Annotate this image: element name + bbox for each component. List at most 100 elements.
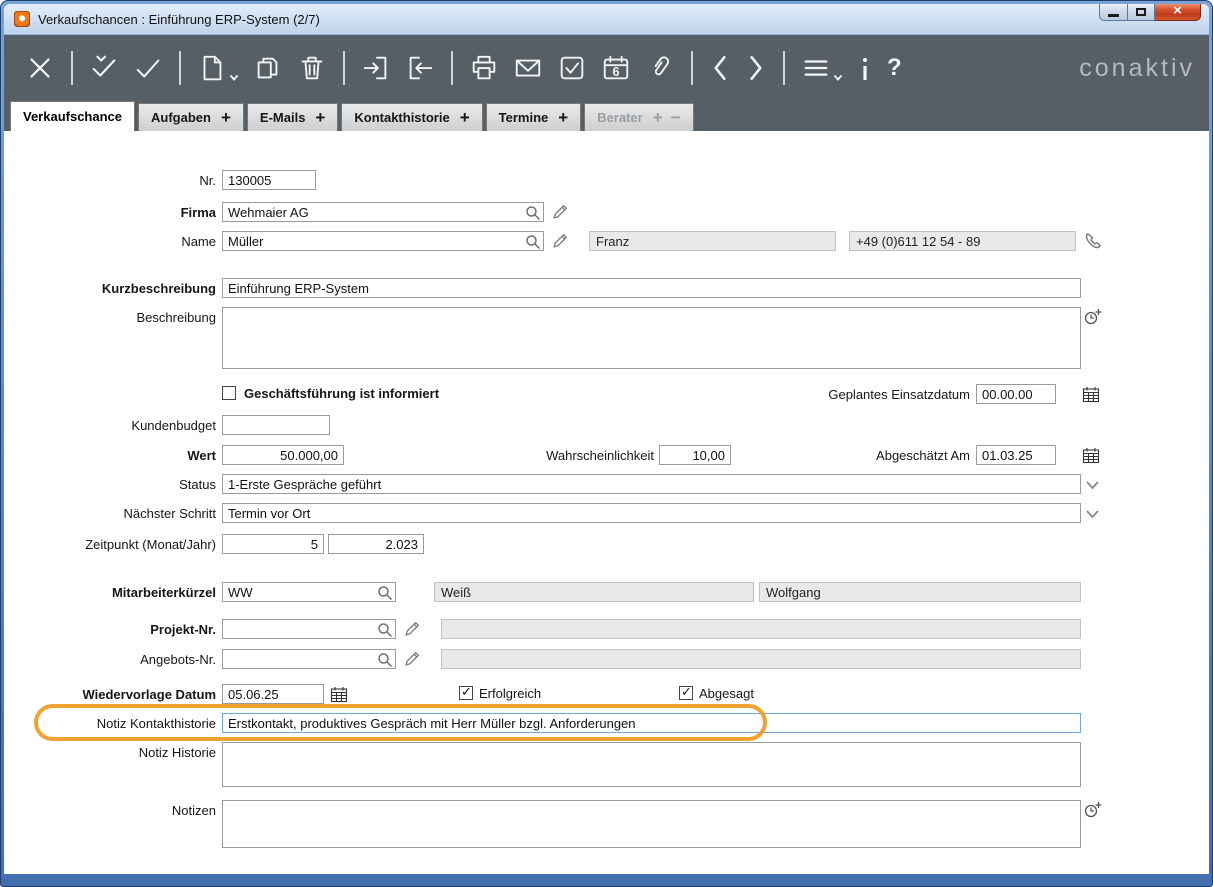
add-aufgabe-button[interactable]: + <box>221 108 231 128</box>
tab-verkaufschance[interactable]: Verkaufschance <box>10 101 135 131</box>
maximize-icon <box>1136 8 1146 16</box>
notizen-textarea[interactable] <box>222 800 1081 848</box>
phone-icon <box>1084 232 1102 250</box>
chevron-left-icon <box>709 53 731 83</box>
notiz-kontakthistorie-label: Notiz Kontakthistorie <box>4 713 216 731</box>
minimize-button[interactable] <box>1099 4 1128 21</box>
toolbar-separator <box>343 51 345 85</box>
wert-input[interactable] <box>222 445 344 465</box>
confirm-button[interactable] <box>133 53 163 83</box>
status-input[interactable] <box>222 474 1081 494</box>
toolbar-separator <box>783 51 785 85</box>
name-label: Name <box>4 231 216 249</box>
next-record-button[interactable] <box>745 53 767 83</box>
abgesagt-checkbox[interactable] <box>679 686 693 700</box>
tab-aufgaben[interactable]: Aufgaben + <box>138 103 244 131</box>
close-icon <box>25 53 55 83</box>
naechster-schritt-input[interactable] <box>222 503 1081 523</box>
einsatzdatum-datepicker-button[interactable] <box>1082 386 1100 403</box>
abgeschaetzt-am-label: Abgeschätzt Am <box>744 445 970 463</box>
kundenbudget-input[interactable] <box>222 415 330 435</box>
tab-termine[interactable]: Termine + <box>486 103 582 131</box>
name-edit-button[interactable] <box>552 232 569 249</box>
print-button[interactable] <box>469 53 499 83</box>
info-button[interactable] <box>857 53 873 83</box>
import-icon <box>361 53 391 83</box>
firma-edit-button[interactable] <box>552 203 569 220</box>
previous-record-button[interactable] <box>709 53 731 83</box>
add-berater-button: + <box>653 108 663 128</box>
pencil-icon <box>404 650 421 667</box>
naechster-schritt-dropdown-button[interactable] <box>1085 509 1100 519</box>
import-button[interactable] <box>361 53 391 83</box>
mitarbeiter-lookup-button[interactable] <box>377 585 393 601</box>
duplicate-button[interactable] <box>253 53 283 83</box>
beschreibung-timestamp-button[interactable] <box>1084 308 1103 327</box>
email-icon <box>513 53 543 83</box>
add-email-button[interactable]: + <box>315 108 325 128</box>
beschreibung-textarea[interactable] <box>222 307 1081 369</box>
close-record-button[interactable] <box>25 53 55 83</box>
delete-button[interactable] <box>297 53 327 83</box>
firma-lookup-button[interactable] <box>525 205 541 221</box>
search-icon <box>377 652 393 668</box>
menu-button[interactable] <box>801 53 843 83</box>
tab-kontakthistorie[interactable]: Kontakthistorie + <box>341 103 482 131</box>
wiedervorlage-datepicker-button[interactable] <box>330 686 348 703</box>
firma-input[interactable] <box>222 202 544 222</box>
pencil-icon <box>404 620 421 637</box>
wahrscheinlichkeit-input[interactable] <box>659 445 731 465</box>
name-input[interactable] <box>222 231 544 251</box>
export-icon <box>405 53 435 83</box>
tab-bar: Verkaufschance Aufgaben + E-Mails + Kont… <box>4 101 1209 131</box>
new-record-button[interactable] <box>197 53 239 83</box>
email-button[interactable] <box>513 53 543 83</box>
abgeschaetzt-am-datepicker-button[interactable] <box>1082 447 1100 464</box>
clock-plus-icon <box>1084 308 1103 327</box>
geschaeftsfuehrung-checkbox[interactable] <box>222 386 236 400</box>
export-button[interactable] <box>405 53 435 83</box>
toolbar-separator <box>71 51 73 85</box>
tab-berater: Berater + − <box>584 103 693 131</box>
wiedervorlage-input[interactable] <box>222 684 324 704</box>
call-button[interactable] <box>1084 232 1102 250</box>
nr-input[interactable] <box>222 170 316 190</box>
status-label: Status <box>4 474 216 492</box>
add-kontakthistorie-button[interactable]: + <box>460 108 470 128</box>
zeitpunkt-monat-input[interactable] <box>222 534 324 554</box>
add-termin-button[interactable]: + <box>558 108 568 128</box>
angebot-name-readonly <box>441 649 1081 669</box>
titlebar[interactable]: Verkaufschancen : Einführung ERP-System … <box>4 4 1209 35</box>
calendar-button[interactable]: 6 <box>601 53 631 83</box>
erfolgreich-checkbox[interactable] <box>459 686 473 700</box>
tab-label: Kontakthistorie <box>354 110 449 125</box>
tasks-button[interactable] <box>557 53 587 83</box>
abgeschaetzt-am-input[interactable] <box>976 445 1056 465</box>
attachment-button[interactable] <box>645 53 675 83</box>
mitarbeiterkuerzel-input[interactable] <box>222 582 396 602</box>
kurzbeschreibung-input[interactable] <box>222 278 1081 298</box>
help-button[interactable]: ? <box>887 53 902 83</box>
notiz-historie-textarea[interactable] <box>222 742 1081 787</box>
pencil-icon <box>552 203 569 220</box>
naechster-schritt-label: Nächster Schritt <box>4 503 216 521</box>
tasks-icon <box>557 53 587 83</box>
zeitpunkt-jahr-input[interactable] <box>328 534 424 554</box>
notiz-kontakthistorie-input[interactable] <box>222 713 1081 733</box>
maximize-button[interactable] <box>1128 4 1155 21</box>
projekt-nr-input[interactable] <box>222 619 396 639</box>
status-dropdown-button[interactable] <box>1085 480 1100 490</box>
name-lookup-button[interactable] <box>525 234 541 250</box>
notiz-historie-label: Notiz Historie <box>4 742 216 760</box>
angebot-lookup-button[interactable] <box>377 652 393 668</box>
angebot-edit-button[interactable] <box>404 650 421 667</box>
close-button[interactable]: × <box>1155 4 1201 21</box>
toolbar: 6 ? conaktiv <box>4 35 1209 101</box>
notizen-timestamp-button[interactable] <box>1084 801 1103 820</box>
projekt-lookup-button[interactable] <box>377 622 393 638</box>
projekt-edit-button[interactable] <box>404 620 421 637</box>
angebots-nr-input[interactable] <box>222 649 396 669</box>
save-continue-button[interactable] <box>89 53 119 83</box>
einsatzdatum-input[interactable] <box>976 384 1056 404</box>
tab-emails[interactable]: E-Mails + <box>247 103 338 131</box>
